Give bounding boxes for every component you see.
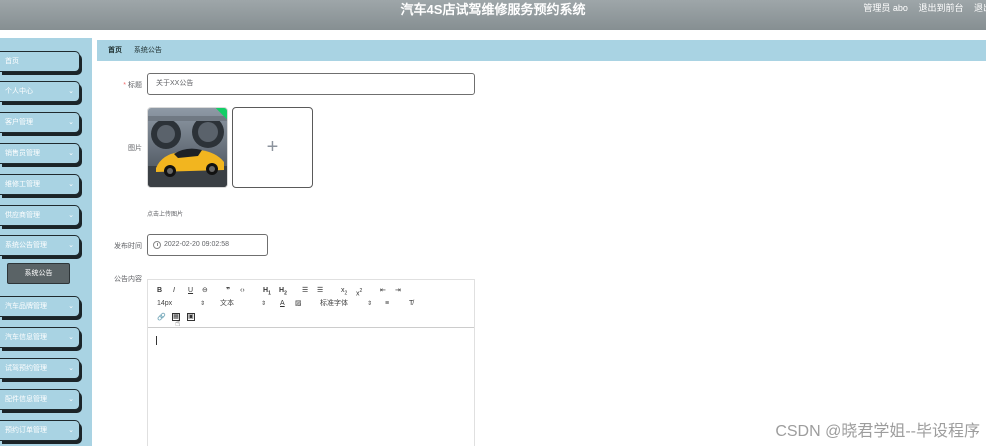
sidebar-item-label: 客户管理: [5, 119, 33, 126]
chevron-down-icon: ⌄: [68, 242, 74, 249]
app-root: 汽车4S店试驾维修服务预约系统 管理员 abo 退出到前台 退出 首页 个人中心…: [0, 0, 986, 446]
sidebar-item-label: 系统公告管理: [5, 242, 47, 249]
text-type-select[interactable]: 文本 ⇕: [220, 299, 266, 309]
chevron-down-icon: ⌄: [68, 365, 74, 372]
dropdown-arrow-icon: ⇕: [260, 301, 266, 307]
chevron-down-icon: ⌄: [68, 119, 74, 126]
sidebar-item-label: 维修工管理: [5, 181, 40, 188]
breadcrumb-current: 系统公告: [133, 47, 162, 54]
chevron-down-icon: ⌄: [68, 303, 74, 310]
video-insert-icon[interactable]: ▣: [187, 313, 195, 321]
content-label: 公告内容: [114, 276, 142, 283]
sidebar-item-personal-center[interactable]: 个人中心 ⌄: [0, 81, 80, 102]
code-block-icon[interactable]: ‹›: [240, 286, 245, 296]
font-size-select[interactable]: 14px ⇕: [157, 299, 205, 309]
sidebar-item-car-info[interactable]: 汽车信息管理 ⌄: [0, 327, 80, 348]
back-to-frontend-link[interactable]: 退出到前台: [918, 3, 963, 13]
sidebar-item-car-brands[interactable]: 汽车品牌管理 ⌄: [0, 296, 80, 317]
top-header: 汽车4S店试驾维修服务预约系统 管理员 abo 退出到前台 退出: [0, 0, 986, 30]
link-icon[interactable]: 🔗: [157, 313, 166, 323]
system-title: 汽车4S店试驾维修服务预约系统: [400, 2, 586, 17]
user-area: 管理员 abo 退出到前台 退出: [855, 0, 986, 18]
sidebar-item-label: 配件信息管理: [5, 396, 47, 403]
editor-toolbar: B I U ⊖ ❞ ‹› H1 H2 ☰ ☰ x2 x2 ⇤ ⇥ 14px ⇕ 文…: [148, 280, 474, 328]
publish-time-value: 2022-02-20 09:02:58: [164, 241, 229, 248]
sidebar-item-salespeople[interactable]: 销售员管理 ⌄: [0, 143, 80, 164]
underline-button[interactable]: U: [188, 286, 193, 296]
chevron-down-icon: ⌄: [68, 396, 74, 403]
editor-content-area[interactable]: [148, 328, 474, 446]
italic-button[interactable]: I: [173, 286, 175, 296]
sidebar-item-label: 汽车信息管理: [5, 334, 47, 341]
sidebar-item-label: 试驾预约管理: [5, 365, 47, 372]
sidebar-item-label: 供应商管理: [5, 212, 40, 219]
font-color-icon[interactable]: A: [280, 299, 285, 309]
breadcrumb-home[interactable]: 首页: [108, 47, 122, 54]
sidebar-item-label: 首页: [5, 58, 19, 65]
plus-icon: +: [266, 136, 279, 158]
outdent-icon[interactable]: ⇤: [380, 286, 386, 296]
sidebar-item-test-drive[interactable]: 试驾预约管理 ⌄: [0, 358, 80, 379]
submenu-item-announcement[interactable]: 系统公告: [7, 263, 70, 284]
sidebar-item-label: 销售员管理: [5, 150, 40, 157]
uploaded-car-image[interactable]: [147, 107, 228, 188]
publish-time-label: 发布时间: [114, 243, 142, 250]
title-label: * 标题: [123, 82, 142, 89]
chevron-down-icon: ⌄: [68, 181, 74, 188]
blockquote-icon[interactable]: ❞: [226, 286, 230, 296]
watermark: CSDN @晓君学姐--毕设程序: [775, 423, 980, 440]
sidebar-item-label: 预约订单管理: [5, 427, 47, 434]
subscript-icon[interactable]: x2: [341, 286, 347, 296]
font-family-select[interactable]: 标准字体 ⇕: [320, 299, 372, 309]
chevron-down-icon: ⌄: [68, 212, 74, 219]
publish-time-input[interactable]: 2022-02-20 09:02:58: [147, 234, 268, 256]
background-color-icon[interactable]: ▨: [295, 299, 302, 309]
logout-link[interactable]: 退出: [974, 3, 986, 13]
bold-button[interactable]: B: [157, 286, 162, 296]
clock-icon: [153, 241, 161, 249]
image-upload-button[interactable]: +: [232, 107, 313, 188]
sidebar-item-label: 汽车品牌管理: [5, 303, 47, 310]
sidebar-item-home[interactable]: 首页: [0, 51, 80, 72]
align-icon[interactable]: ≡: [385, 299, 389, 309]
sidebar: 首页 个人中心 ⌄ 客户管理 ⌄ 销售员管理 ⌄ 维修工管理 ⌄ 供应商管理 ⌄…: [0, 38, 92, 446]
sidebar-item-mechanics[interactable]: 维修工管理 ⌄: [0, 174, 80, 195]
strike-icon[interactable]: ⊖: [202, 286, 208, 296]
chevron-down-icon: ⌄: [68, 334, 74, 341]
sidebar-item-label: 个人中心: [5, 88, 33, 95]
chevron-down-icon: ⌄: [68, 150, 74, 157]
heading2-button[interactable]: H2: [279, 286, 287, 296]
superscript-icon[interactable]: x2: [356, 286, 362, 297]
car-photo: [148, 108, 227, 187]
admin-user-label: 管理员 abo: [863, 3, 908, 13]
dropdown-arrow-icon: ⇕: [366, 301, 372, 307]
sidebar-item-announcements[interactable]: 系统公告管理 ⌄: [0, 235, 80, 256]
bullet-list-icon[interactable]: ☰: [317, 286, 323, 296]
upload-tip: 点击上传图片: [147, 212, 184, 218]
chevron-down-icon: ⌄: [68, 427, 74, 434]
sidebar-item-parts[interactable]: 配件信息管理 ⌄: [0, 389, 80, 410]
ordered-list-icon[interactable]: ☰: [302, 286, 308, 296]
heading1-button[interactable]: H1: [263, 286, 271, 296]
rich-text-editor: B I U ⊖ ❞ ‹› H1 H2 ☰ ☰ x2 x2 ⇤ ⇥ 14px ⇕ 文…: [147, 279, 475, 446]
text-caret: [156, 336, 157, 345]
clear-format-icon[interactable]: T̸: [409, 299, 413, 309]
pointer-cursor-icon: ☝: [175, 318, 181, 328]
indent-icon[interactable]: ⇥: [395, 286, 401, 296]
title-input[interactable]: 关于XX公告: [147, 73, 475, 95]
breadcrumb: 首页 系统公告: [97, 40, 986, 61]
sidebar-item-orders[interactable]: 预约订单管理 ⌄: [0, 420, 80, 441]
sidebar-item-suppliers[interactable]: 供应商管理 ⌄: [0, 205, 80, 226]
chevron-down-icon: ⌄: [68, 88, 74, 95]
image-label: 图片: [128, 145, 142, 152]
dropdown-arrow-icon: ⇕: [199, 301, 205, 307]
sidebar-item-customers[interactable]: 客户管理 ⌄: [0, 112, 80, 133]
